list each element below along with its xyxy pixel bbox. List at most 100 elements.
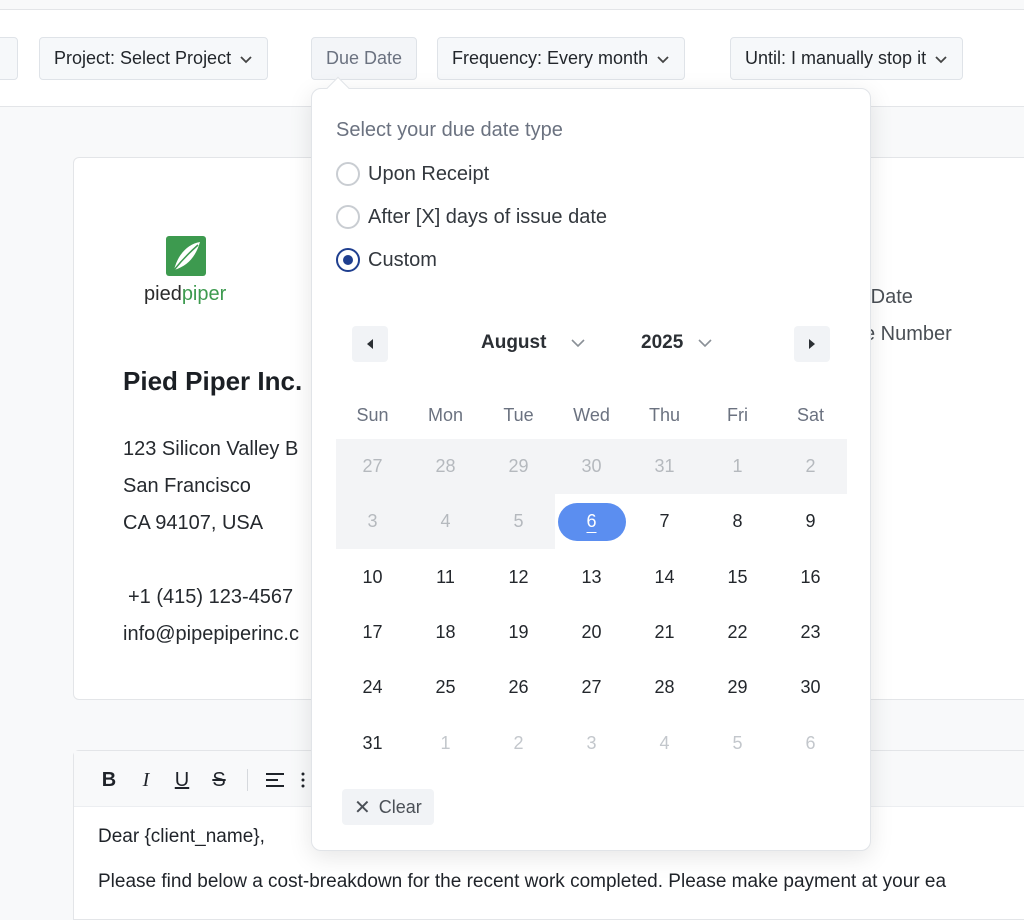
calendar-day[interactable]: 20 bbox=[555, 605, 628, 660]
calendar-day-number: 3 bbox=[586, 732, 597, 753]
address-line-2[interactable]: San Francisco bbox=[123, 475, 251, 498]
calendar-day[interactable]: 1 bbox=[409, 716, 482, 771]
radio-checked-icon[interactable] bbox=[336, 248, 360, 272]
clear-label: Clear bbox=[378, 796, 422, 817]
option-custom[interactable]: Custom bbox=[336, 247, 437, 273]
calendar-day[interactable]: 28 bbox=[409, 439, 482, 494]
calendar-day-number: 18 bbox=[435, 621, 456, 642]
caret-left-icon bbox=[367, 339, 373, 349]
calendar-day[interactable]: 27 bbox=[555, 660, 628, 715]
calendar-day-number: 23 bbox=[800, 621, 821, 642]
calendar-day[interactable]: 5 bbox=[701, 716, 774, 771]
radio-icon[interactable] bbox=[336, 162, 360, 186]
calendar-day[interactable]: 18 bbox=[409, 605, 482, 660]
calendar-day[interactable]: 29 bbox=[701, 660, 774, 715]
calendar-day-number: 26 bbox=[508, 677, 529, 698]
calendar-day[interactable]: 27 bbox=[336, 439, 409, 494]
calendar-day[interactable]: 28 bbox=[628, 660, 701, 715]
calendar-day-number: 6 bbox=[557, 502, 626, 541]
underline-icon[interactable]: U bbox=[171, 769, 193, 791]
close-icon: ✕ bbox=[354, 796, 371, 819]
project-select[interactable]: Project: Select Project bbox=[39, 37, 269, 80]
year-select[interactable]: 2025 bbox=[641, 332, 713, 354]
weekday-header: Wed bbox=[573, 405, 610, 425]
calendar-day-number: 29 bbox=[727, 677, 748, 698]
option-upon-receipt[interactable]: Upon Receipt bbox=[336, 161, 489, 187]
due-date-label: Due Date bbox=[326, 48, 403, 68]
calendar-day[interactable]: 26 bbox=[482, 660, 555, 715]
company-name[interactable]: Pied Piper Inc. bbox=[123, 366, 302, 397]
calendar-day[interactable]: 1 bbox=[701, 439, 774, 494]
calendar-day[interactable]: 9 bbox=[774, 494, 847, 549]
calendar-day[interactable]: 4 bbox=[628, 716, 701, 771]
calendar-day-number: 28 bbox=[435, 456, 456, 476]
calendar-day[interactable]: 2 bbox=[482, 716, 555, 771]
calendar-day-selected[interactable]: 6 bbox=[555, 494, 628, 549]
chevron-down-icon bbox=[698, 339, 712, 348]
clear-button[interactable]: ✕ Clear bbox=[342, 789, 434, 825]
calendar-day-number: 8 bbox=[732, 511, 743, 532]
month-select[interactable]: August bbox=[481, 332, 586, 354]
calendar-day[interactable]: 14 bbox=[628, 550, 701, 605]
calendar-day[interactable]: 15 bbox=[701, 550, 774, 605]
due-date-button[interactable]: Due Date bbox=[311, 37, 418, 80]
until-select[interactable]: Until: I manually stop it bbox=[730, 37, 964, 80]
company-phone[interactable]: +1 (415) 123-4567 bbox=[128, 586, 293, 609]
radio-icon[interactable] bbox=[336, 205, 360, 229]
calendar-day[interactable]: 30 bbox=[555, 439, 628, 494]
calendar-day-number: 4 bbox=[659, 732, 670, 753]
calendar-day[interactable]: 24 bbox=[336, 660, 409, 715]
calendar-day-number: 27 bbox=[362, 456, 383, 476]
calendar-day[interactable]: 12 bbox=[482, 550, 555, 605]
bold-icon[interactable]: B bbox=[98, 769, 120, 791]
frequency-select[interactable]: Frequency: Every month bbox=[437, 37, 686, 80]
weekday-header: Mon bbox=[427, 405, 463, 425]
calendar-day[interactable]: 31 bbox=[628, 439, 701, 494]
calendar-day[interactable]: 6 bbox=[774, 716, 847, 771]
calendar-day-number: 19 bbox=[508, 621, 529, 642]
project-select-label: Project: Select Project bbox=[54, 48, 232, 68]
align-left-icon[interactable] bbox=[264, 769, 286, 791]
calendar-day[interactable]: 29 bbox=[482, 439, 555, 494]
weekday-header: Sun bbox=[356, 405, 389, 425]
calendar-day-number: 25 bbox=[435, 677, 456, 698]
calendar-day-number: 6 bbox=[805, 732, 816, 753]
calendar-day[interactable]: 13 bbox=[555, 550, 628, 605]
editor-greeting: Dear {client_name}, bbox=[98, 826, 265, 847]
company-email[interactable]: info@pipepiperinc.c bbox=[123, 623, 299, 646]
calendar-day-number: 20 bbox=[581, 621, 602, 642]
calendar-day[interactable]: 4 bbox=[409, 494, 482, 550]
calendar-day[interactable]: 3 bbox=[336, 494, 409, 550]
calendar-day[interactable]: 3 bbox=[555, 716, 628, 771]
calendar-day[interactable]: 7 bbox=[628, 494, 701, 549]
calendar-day[interactable]: 11 bbox=[409, 550, 482, 605]
company-logo-icon[interactable] bbox=[166, 236, 206, 276]
calendar-day[interactable]: 30 bbox=[774, 660, 847, 715]
address-line-3[interactable]: CA 94107, USA bbox=[123, 512, 263, 535]
calendar-day[interactable]: 21 bbox=[628, 605, 701, 660]
option-after-days[interactable]: After [X] days of issue date bbox=[336, 204, 607, 230]
chevron-down-icon bbox=[935, 55, 947, 63]
calendar-day-number: 3 bbox=[367, 511, 378, 532]
calendar-day[interactable]: 2 bbox=[774, 439, 847, 494]
italic-icon[interactable]: I bbox=[135, 769, 157, 791]
calendar-day-number: 9 bbox=[805, 511, 816, 532]
calendar-day[interactable]: 23 bbox=[774, 605, 847, 660]
address-line-1[interactable]: 123 Silicon Valley B bbox=[123, 438, 298, 461]
calendar-day[interactable]: 5 bbox=[482, 494, 555, 550]
next-month-button[interactable] bbox=[794, 326, 830, 362]
calendar-day[interactable]: 16 bbox=[774, 550, 847, 605]
calendar-day[interactable]: 10 bbox=[336, 550, 409, 605]
strikethrough-icon[interactable]: S bbox=[208, 769, 230, 791]
calendar-day[interactable]: 31 bbox=[336, 716, 409, 771]
previous-month-button[interactable] bbox=[352, 326, 388, 362]
logo-wordmark: piedpiper bbox=[144, 283, 226, 306]
weekday-header: Sat bbox=[796, 405, 825, 425]
calendar-day[interactable]: 17 bbox=[336, 605, 409, 660]
calendar-day[interactable]: 22 bbox=[701, 605, 774, 660]
calendar-day[interactable]: 25 bbox=[409, 660, 482, 715]
calendar-day[interactable]: 8 bbox=[701, 494, 774, 549]
previous-filter-chip[interactable] bbox=[0, 37, 18, 80]
option-label: After [X] days of issue date bbox=[368, 205, 608, 228]
calendar-day[interactable]: 19 bbox=[482, 605, 555, 660]
